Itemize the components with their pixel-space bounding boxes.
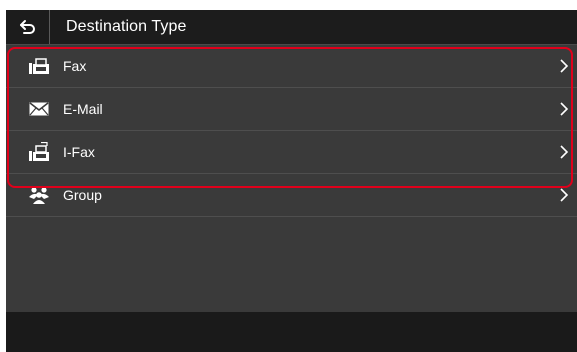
email-icon <box>28 98 50 120</box>
list-item-label: I-Fax <box>63 144 95 160</box>
list-item-ifax[interactable]: I-Fax <box>6 131 577 174</box>
chevron-right-icon <box>560 59 569 73</box>
list-item-label: Fax <box>63 58 87 74</box>
footer-bar <box>6 312 577 352</box>
header-bar: Destination Type <box>6 10 577 45</box>
back-arrow-icon <box>19 20 35 34</box>
list-item-group[interactable]: Group <box>6 174 577 217</box>
group-icon <box>28 184 50 206</box>
chevron-right-icon <box>560 145 569 159</box>
page-title: Destination Type <box>66 18 187 35</box>
fax-icon <box>28 55 50 77</box>
list-item-fax[interactable]: Fax <box>6 45 577 88</box>
ifax-icon <box>28 141 50 163</box>
chevron-right-icon <box>560 188 569 202</box>
back-button[interactable] <box>6 10 50 44</box>
list-item-email[interactable]: E-Mail <box>6 88 577 131</box>
chevron-right-icon <box>560 102 569 116</box>
screen: Destination Type Fax E-Mail I-Fax Group <box>6 10 577 352</box>
list-item-label: E-Mail <box>63 101 103 117</box>
list-item-label: Group <box>63 187 102 203</box>
destination-type-list: Fax E-Mail I-Fax Group <box>6 45 577 217</box>
